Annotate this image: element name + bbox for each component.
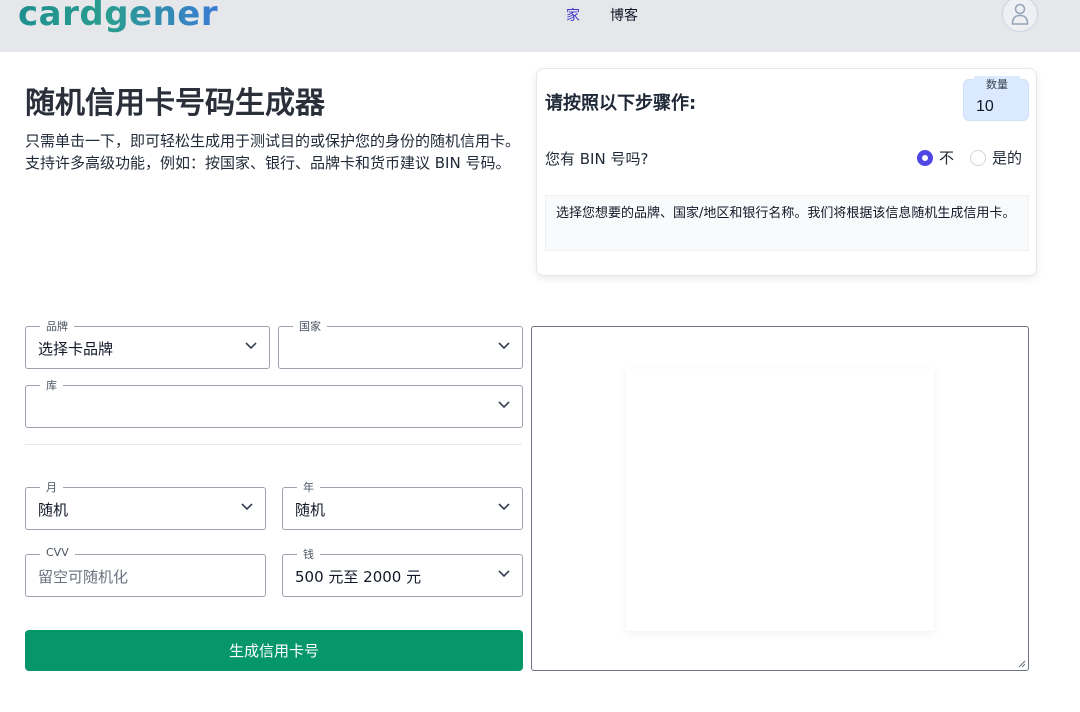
cvv-label: CVV [40, 546, 75, 559]
chevron-down-icon [498, 342, 510, 350]
radio-yes[interactable] [970, 149, 987, 166]
money-label: 钱 [297, 546, 320, 562]
bin-question: 您有 BIN 号吗? [545, 150, 649, 168]
radio-no-label[interactable]: 不 [939, 147, 954, 168]
user-avatar-button[interactable] [1002, 0, 1038, 32]
brand-select[interactable]: 品牌 选择卡品牌 [25, 318, 270, 369]
quantity-field[interactable]: 数量 [963, 76, 1029, 121]
top-navbar: cardgener 家 博客 [0, 0, 1080, 52]
page-title: 随机信用卡号码生成器 [25, 86, 325, 121]
year-value: 随机 [295, 501, 326, 519]
quantity-label: 数量 [974, 76, 1020, 92]
generate-button[interactable]: 生成信用卡号 [25, 630, 523, 671]
card-preview [626, 369, 934, 631]
radio-no[interactable] [917, 149, 933, 166]
chevron-down-icon [498, 401, 510, 409]
user-icon [1011, 3, 1029, 25]
chevron-down-icon [245, 342, 257, 350]
bank-select[interactable]: 库 [25, 377, 523, 428]
country-label: 国家 [293, 318, 327, 334]
month-label: 月 [40, 479, 63, 495]
steps-title: 请按照以下步骤作: [545, 93, 697, 114]
month-value: 随机 [38, 501, 69, 519]
main-nav: 家 博客 [566, 5, 638, 25]
steps-card: 请按照以下步骤作: 数量 您有 BIN 号吗? 不 是的 选择您想要的品牌、国家… [536, 68, 1037, 276]
month-select[interactable]: 月 随机 [25, 479, 266, 530]
chevron-down-icon [241, 503, 253, 511]
bank-label: 库 [40, 377, 63, 393]
bin-radio-group: 不 是的 [917, 147, 1032, 168]
brand-label: 品牌 [40, 318, 74, 334]
cvv-placeholder[interactable]: 留空可随机化 [38, 566, 128, 587]
output-textarea[interactable] [531, 326, 1029, 671]
page-description: 只需单击一下，即可轻松生成用于测试目的或保护您的身份的随机信用卡。支持许多高级功… [25, 132, 521, 172]
nav-blog-link[interactable]: 博客 [610, 5, 638, 25]
logo[interactable]: cardgener [18, 0, 218, 34]
country-select[interactable]: 国家 [278, 318, 523, 369]
nav-home-link[interactable]: 家 [566, 5, 580, 25]
brand-value: 选择卡品牌 [38, 340, 114, 358]
money-value: 500 元至 2000 元 [295, 568, 422, 586]
chevron-down-icon [498, 503, 510, 511]
instruction-hint: 选择您想要的品牌、国家/地区和银行名称。我们将根据该信息随机生成信用卡。 [545, 195, 1029, 251]
chevron-down-icon [498, 570, 510, 578]
form-divider [25, 444, 522, 445]
year-label: 年 [297, 479, 320, 495]
quantity-input[interactable] [976, 98, 1022, 116]
money-select[interactable]: 钱 500 元至 2000 元 [282, 546, 523, 597]
resize-handle-icon[interactable] [1018, 660, 1026, 668]
radio-yes-label[interactable]: 是的 [992, 147, 1022, 168]
cvv-field[interactable]: CVV 留空可随机化 [25, 546, 266, 597]
year-select[interactable]: 年 随机 [282, 479, 523, 530]
